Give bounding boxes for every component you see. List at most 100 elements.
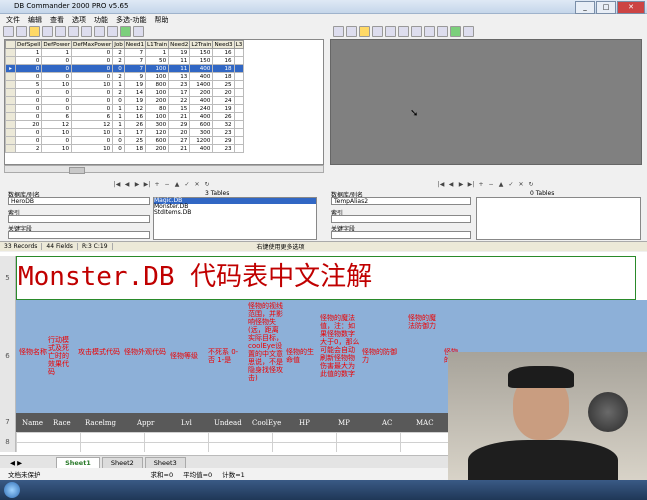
key-field-select[interactable] xyxy=(331,231,471,239)
table-cell[interactable] xyxy=(233,112,245,121)
table-cell[interactable]: 120 xyxy=(145,128,170,137)
menu-edit[interactable]: 编辑 xyxy=(28,15,42,25)
minimize-icon[interactable]: _ xyxy=(575,1,595,14)
table-cell[interactable]: 400 xyxy=(189,72,214,81)
table-cell[interactable]: 0 xyxy=(14,96,43,105)
table-cell[interactable]: 2 xyxy=(14,144,43,153)
delete-icon[interactable] xyxy=(424,26,435,37)
index-select[interactable] xyxy=(8,215,150,223)
delete-icon[interactable] xyxy=(94,26,105,37)
column-header[interactable]: DefPower xyxy=(41,40,73,49)
menu-options[interactable]: 选项 xyxy=(72,15,86,25)
table-cell[interactable]: 0 xyxy=(14,128,43,137)
table-cell[interactable]: 18 xyxy=(212,72,235,81)
post-record-icon[interactable]: ✓ xyxy=(507,181,515,189)
table-cell[interactable] xyxy=(233,128,245,137)
table-cell[interactable] xyxy=(233,72,245,81)
cell-note[interactable]: 行动模式及死亡时的效果代码 xyxy=(48,336,74,376)
table-cell[interactable]: 0 xyxy=(41,56,73,65)
tables-list[interactable]: Magic.DB Monster.DB StdItems.DB xyxy=(153,197,317,240)
table-cell[interactable]: 0 xyxy=(14,72,43,81)
paste-icon[interactable] xyxy=(68,26,79,37)
cell-note[interactable]: 怪物的生命值 xyxy=(286,348,316,364)
column-header[interactable]: L3 xyxy=(233,40,245,49)
table-cell[interactable]: 50 xyxy=(145,56,170,65)
delete-record-icon[interactable]: − xyxy=(487,181,495,189)
next-record-icon[interactable]: ▶ xyxy=(133,181,141,189)
copy-icon[interactable] xyxy=(385,26,396,37)
table-cell[interactable]: 24 xyxy=(212,96,235,105)
table-cell[interactable]: 0 xyxy=(14,136,43,145)
table-cell[interactable]: 100 xyxy=(145,112,170,121)
run-icon[interactable] xyxy=(450,26,461,37)
list-item[interactable]: StdItems.DB xyxy=(154,210,316,216)
first-record-icon[interactable]: |◀ xyxy=(437,181,445,189)
first-record-icon[interactable]: |◀ xyxy=(113,181,121,189)
column-header[interactable]: L2Train xyxy=(189,40,214,49)
table-cell[interactable]: 20 xyxy=(168,128,191,137)
cancel-record-icon[interactable]: ✕ xyxy=(517,181,525,189)
table-cell[interactable]: 800 xyxy=(145,80,170,89)
table-cell[interactable]: 2 xyxy=(112,56,125,65)
table-cell[interactable]: 32 xyxy=(212,120,235,129)
table-cell[interactable]: 20 xyxy=(14,120,43,129)
table-row[interactable]: ▸ 0 0 0 0 7 100 11 400 18 xyxy=(5,64,245,73)
table-row[interactable]: 0 0 0 1 12 80 15 240 19 xyxy=(5,104,245,113)
table-row[interactable]: 0 0 0 2 14 100 17 200 20 xyxy=(5,88,245,97)
table-cell[interactable] xyxy=(233,80,245,89)
menu-functions[interactable]: 功能 xyxy=(94,15,108,25)
table-cell[interactable]: 0 xyxy=(71,72,114,81)
edit-icon[interactable] xyxy=(81,26,92,37)
table-cell[interactable] xyxy=(233,96,245,105)
table-row[interactable]: 0 6 6 1 16 100 21 400 26 xyxy=(5,112,245,121)
key-icon[interactable] xyxy=(29,26,40,37)
row-indicator[interactable] xyxy=(5,144,16,153)
table-cell[interactable]: 300 xyxy=(189,128,214,137)
help-icon[interactable] xyxy=(463,26,474,37)
table-cell[interactable]: 7 xyxy=(123,64,147,73)
table-cell[interactable]: 400 xyxy=(189,112,214,121)
table-cell[interactable]: 26 xyxy=(212,112,235,121)
table-cell[interactable]: 600 xyxy=(189,120,214,129)
table-cell[interactable]: 200 xyxy=(145,144,170,153)
cell-note[interactable]: 怪物外观代码 xyxy=(124,348,168,356)
header-cell[interactable]: Undead xyxy=(214,419,242,427)
close-icon[interactable]: ✕ xyxy=(617,1,645,14)
menu-multi-functions[interactable]: 多选-功能 xyxy=(116,15,147,25)
table-row[interactable]: 2 10 10 0 18 200 21 400 23 xyxy=(5,144,245,153)
table-cell[interactable]: 0 xyxy=(41,88,73,97)
table-cell[interactable]: 0 xyxy=(14,64,43,73)
paste-icon[interactable] xyxy=(398,26,409,37)
table-cell[interactable]: 10 xyxy=(41,144,73,153)
run-icon[interactable] xyxy=(120,26,131,37)
table-cell[interactable]: 10 xyxy=(71,128,114,137)
prev-record-icon[interactable]: ◀ xyxy=(447,181,455,189)
table-cell[interactable]: 2 xyxy=(112,72,125,81)
alias-select[interactable]: TempAlias2 xyxy=(331,197,471,205)
table-cell[interactable]: 0 xyxy=(14,56,43,65)
table-cell[interactable]: 23 xyxy=(168,80,191,89)
row-header[interactable]: 5 xyxy=(0,256,16,300)
table-cell[interactable]: 0 xyxy=(14,112,43,121)
header-cell[interactable]: MAC xyxy=(416,419,434,427)
table-cell[interactable]: 11 xyxy=(168,56,191,65)
row-indicator[interactable] xyxy=(5,96,16,105)
table-cell[interactable] xyxy=(233,56,245,65)
next-record-icon[interactable]: ▶ xyxy=(457,181,465,189)
table-cell[interactable]: 21 xyxy=(168,112,191,121)
table-cell[interactable] xyxy=(233,104,245,113)
table-cell[interactable]: 7 xyxy=(123,48,147,57)
table-cell[interactable] xyxy=(233,144,245,153)
edit-icon[interactable] xyxy=(411,26,422,37)
table-cell[interactable]: 23 xyxy=(212,128,235,137)
table-cell[interactable]: 100 xyxy=(145,88,170,97)
table-cell[interactable]: 0 xyxy=(112,64,125,73)
alias-select[interactable]: HeroDB xyxy=(8,197,150,205)
delete-record-icon[interactable]: − xyxy=(163,181,171,189)
row-indicator[interactable] xyxy=(5,128,16,137)
key-field-select[interactable] xyxy=(8,231,150,239)
column-header[interactable]: Need3 xyxy=(212,40,235,49)
table-cell[interactable]: 12 xyxy=(41,120,73,129)
row-indicator[interactable] xyxy=(5,80,16,89)
cell-note[interactable]: 不死系 0-否 1-是 xyxy=(208,348,244,364)
